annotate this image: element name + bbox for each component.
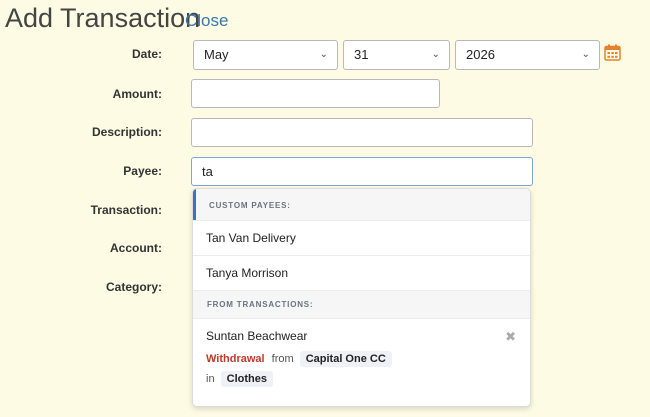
- date-label: Date:: [131, 47, 162, 61]
- page-title: Add Transaction: [5, 3, 201, 33]
- month-select[interactable]: May ⌄: [193, 40, 338, 70]
- payee-label: Payee:: [123, 164, 162, 178]
- day-select[interactable]: 31 ⌄: [343, 40, 450, 70]
- payee-input[interactable]: ta: [191, 157, 533, 186]
- account-tag: Capital One CC: [299, 351, 392, 367]
- day-value: 31: [354, 47, 369, 62]
- custom-payees-header: CUSTOM PAYEES:: [193, 189, 530, 220]
- in-text: in: [206, 373, 215, 385]
- payee-autocomplete-dropdown: CUSTOM PAYEES: Tan Van Delivery Tanya Mo…: [192, 188, 531, 407]
- chevron-down-icon: ⌄: [581, 49, 590, 60]
- from-transactions-header: FROM TRANSACTIONS:: [193, 290, 530, 318]
- amount-label: Amount:: [112, 87, 162, 101]
- payee-option-label: Tan Van Delivery: [206, 231, 296, 245]
- year-select[interactable]: 2026 ⌄: [455, 40, 600, 70]
- transaction-payee-option[interactable]: Suntan Beachwear Withdrawal from Capital…: [193, 318, 530, 406]
- from-text: from: [271, 353, 294, 365]
- remove-icon[interactable]: ✖: [505, 330, 516, 344]
- category-label: Category:: [105, 280, 162, 294]
- chevron-down-icon: ⌄: [431, 49, 440, 60]
- year-value: 2026: [466, 47, 495, 62]
- account-label: Account:: [110, 241, 162, 255]
- calendar-icon[interactable]: [604, 44, 621, 61]
- category-tag: Clothes: [220, 371, 273, 387]
- payee-option-label: Tanya Morrison: [206, 266, 289, 280]
- close-link[interactable]: Close: [185, 11, 228, 31]
- transaction-payee-name: Suntan Beachwear: [206, 329, 308, 343]
- transaction-label: Transaction:: [90, 203, 162, 217]
- description-input[interactable]: [191, 118, 533, 147]
- transaction-type: Withdrawal: [206, 353, 265, 365]
- payee-option[interactable]: Tanya Morrison: [193, 255, 530, 290]
- month-value: May: [204, 47, 229, 62]
- amount-input[interactable]: [191, 79, 440, 108]
- chevron-down-icon: ⌄: [319, 49, 328, 60]
- description-label: Description:: [91, 125, 162, 139]
- payee-option[interactable]: Tan Van Delivery: [193, 220, 530, 255]
